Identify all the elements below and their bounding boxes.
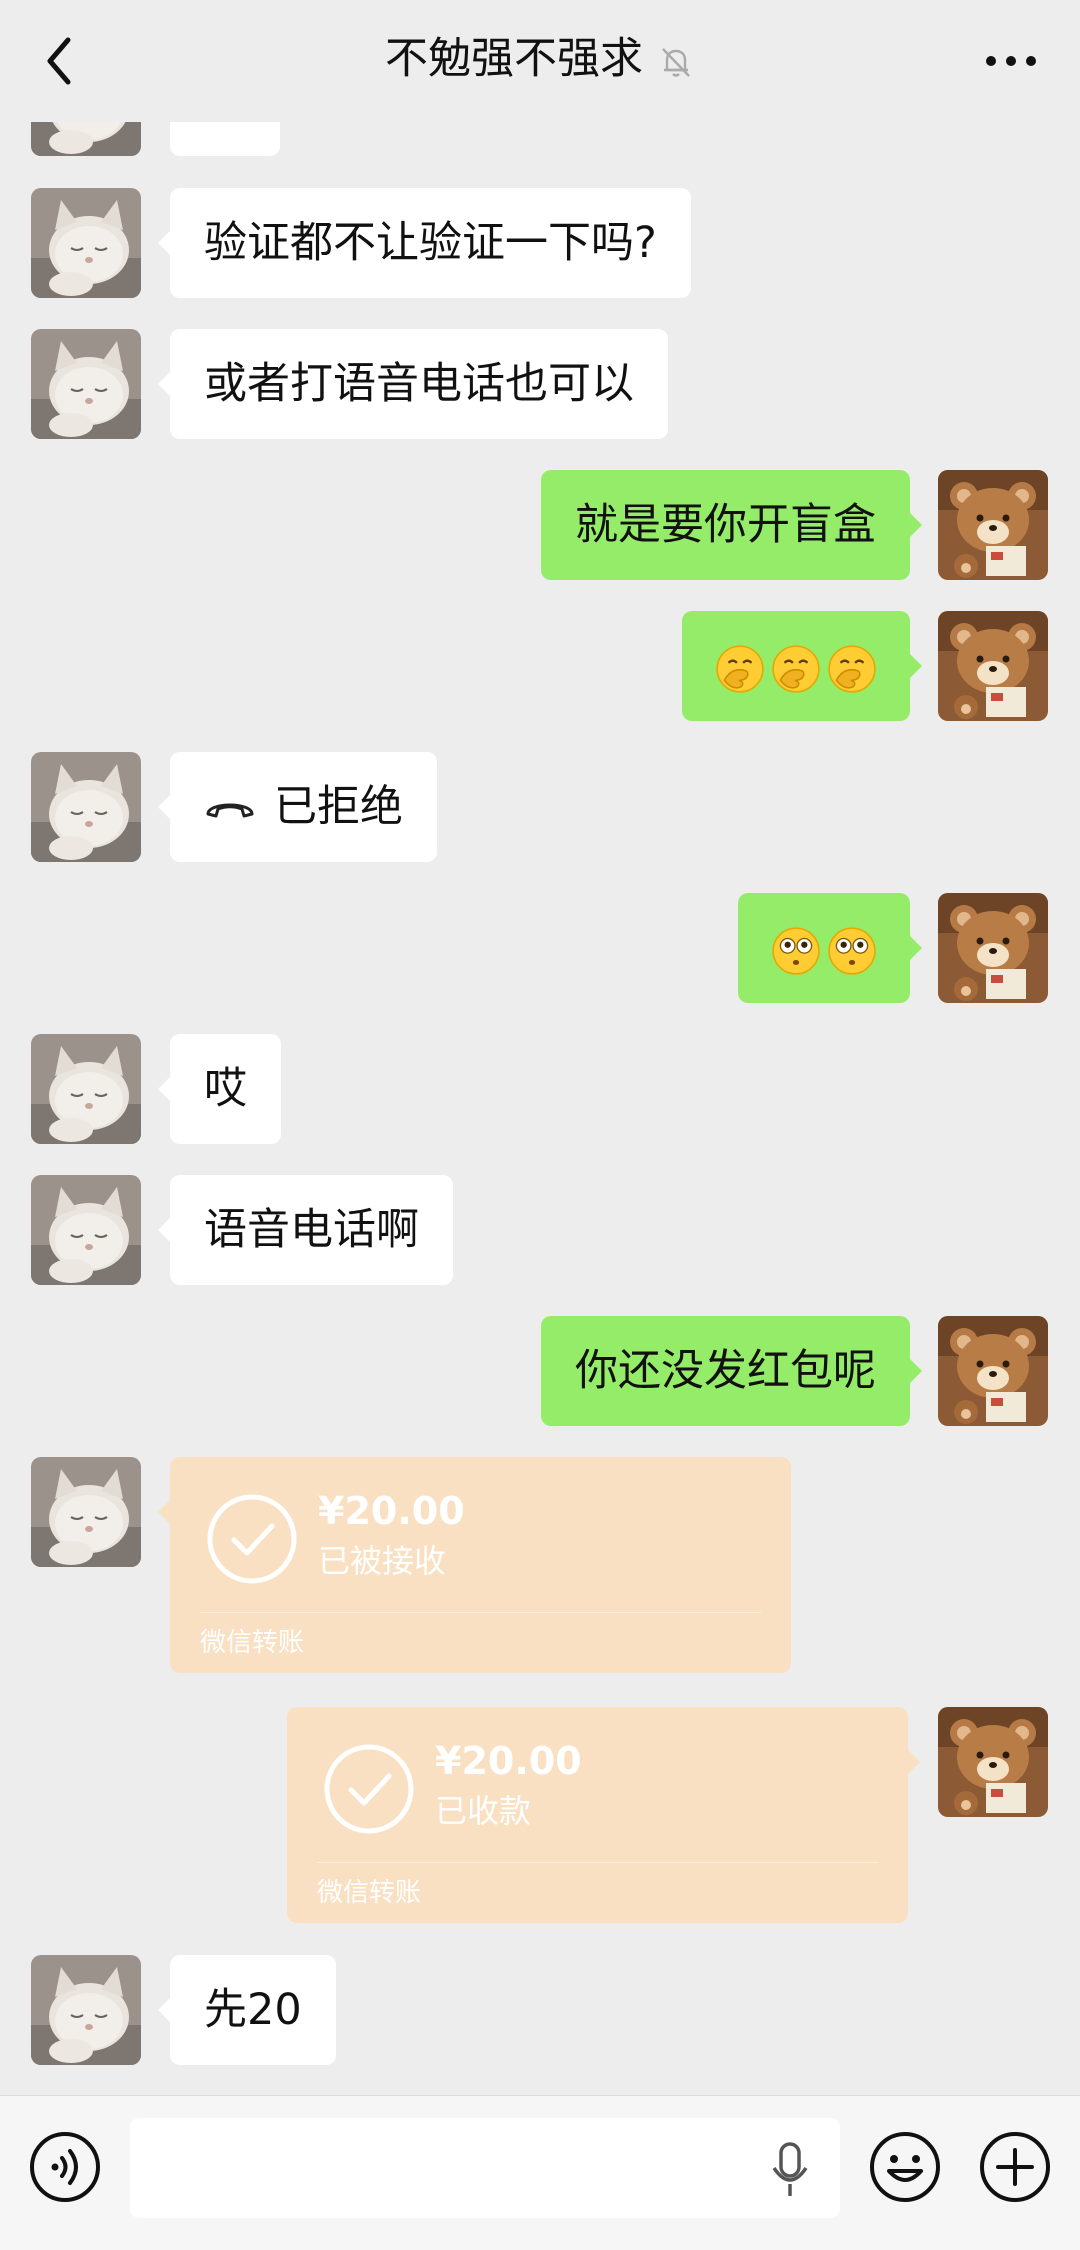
transfer-amount: ¥20.00 (318, 1489, 465, 1533)
outgoing-message-bubble[interactable]: 你还没发红包呢 (541, 1316, 922, 1426)
bell-off-icon (662, 47, 690, 77)
face-with-hand-over-mouth-icon (826, 643, 878, 695)
flushed-face-icon (826, 925, 878, 977)
contact-avatar[interactable] (31, 1457, 141, 1567)
call-record-bubble[interactable]: 已拒绝 (158, 752, 437, 862)
transfer-amount: ¥20.00 (435, 1739, 582, 1783)
incoming-message-bubble[interactable]: 哎 (158, 1034, 281, 1144)
incoming-message-bubble[interactable]: 或者打语音电话也可以 (158, 329, 668, 439)
chat-scroll-area[interactable]: 验证都不让验证一下吗? 或者打语音电话也可以 就是要你开盲盒 已拒绝 哎 语音电… (0, 0, 1080, 2095)
contact-avatar[interactable] (31, 752, 141, 862)
message-input[interactable] (130, 2118, 840, 2218)
message-text: 或者打语音电话也可以 (204, 359, 634, 409)
transfer-card[interactable]: ¥20.00 已被接收 微信转账 (158, 1457, 791, 1673)
transfer-card[interactable]: ¥20.00 已收款 微信转账 (287, 1707, 920, 1923)
divider (317, 1862, 878, 1863)
message-text: 哎 (204, 1064, 247, 1114)
contact-avatar[interactable] (31, 1955, 141, 2065)
message-text: 语音电话啊 (204, 1205, 419, 1255)
divider (200, 1612, 761, 1613)
face-with-hand-over-mouth-icon (770, 643, 822, 695)
outgoing-message-bubble[interactable]: 就是要你开盲盒 (541, 470, 922, 580)
transfer-brand-label: 微信转账 (317, 1878, 422, 1908)
phone-hangup-icon (206, 803, 254, 817)
message-text: 就是要你开盲盒 (575, 500, 876, 550)
contact-avatar[interactable] (31, 1034, 141, 1144)
chat-header: 不勉强不强求 (0, 0, 1080, 122)
call-status-text: 已拒绝 (274, 782, 403, 832)
my-avatar[interactable] (938, 893, 1048, 1003)
transfer-status: 已被接收 (318, 1542, 447, 1580)
incoming-message-bubble[interactable]: 验证都不让验证一下吗? (158, 188, 691, 298)
my-avatar[interactable] (938, 470, 1048, 580)
smiley-icon[interactable] (868, 2130, 942, 2204)
contact-avatar[interactable] (31, 188, 141, 298)
contact-avatar[interactable] (31, 329, 141, 439)
more-dots-icon[interactable] (976, 28, 1046, 94)
my-avatar[interactable] (938, 1316, 1048, 1426)
voice-mode-icon[interactable] (28, 2130, 102, 2204)
flushed-face-icon (770, 925, 822, 977)
contact-avatar[interactable] (31, 1175, 141, 1285)
message-text: 先20 (204, 1985, 302, 2035)
outgoing-emoji-bubble[interactable] (682, 611, 922, 721)
chat-title-area[interactable]: 不勉强不强求 (0, 26, 1080, 92)
incoming-message-bubble[interactable]: 语音电话啊 (158, 1175, 453, 1285)
transfer-status: 已收款 (435, 1792, 532, 1830)
transfer-brand-label: 微信转账 (200, 1628, 305, 1658)
my-avatar[interactable] (938, 611, 1048, 721)
microphone-icon[interactable] (768, 2140, 812, 2200)
incoming-message-bubble[interactable]: 先20 (158, 1955, 336, 2065)
check-circle-icon (207, 1494, 297, 1584)
message-text: 你还没发红包呢 (575, 1346, 876, 1396)
outgoing-emoji-bubble[interactable] (738, 893, 922, 1003)
message-text: 验证都不让验证一下吗? (204, 218, 657, 268)
my-avatar[interactable] (938, 1707, 1048, 1817)
plus-circle-icon[interactable] (978, 2130, 1052, 2204)
check-circle-icon (324, 1744, 414, 1834)
chat-title: 不勉强不强求 (385, 34, 643, 84)
message-input-bar (0, 2095, 1080, 2250)
face-with-hand-over-mouth-icon (714, 643, 766, 695)
